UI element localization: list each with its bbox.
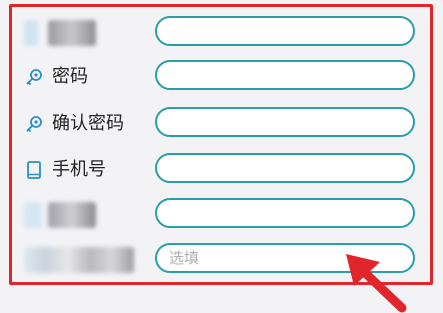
pointer-arrow-icon (346, 254, 407, 313)
highlight-box (9, 4, 433, 285)
registration-form-screen: 密码 确认密码 手机号 选填 (0, 0, 443, 313)
